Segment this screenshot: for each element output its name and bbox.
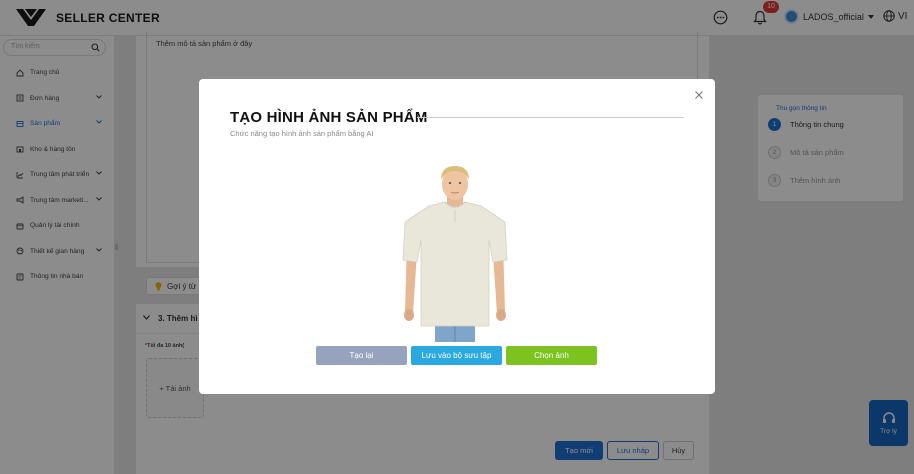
modal-subtitle: Chức năng tạo hình ảnh sản phẩm bằng AI bbox=[230, 129, 374, 138]
save-to-collection-button[interactable]: Lưu vào bộ sưu tập bbox=[411, 346, 502, 365]
close-icon[interactable] bbox=[694, 90, 704, 100]
regenerate-button[interactable]: Tạo lại bbox=[316, 346, 407, 365]
generate-image-modal: TẠO HÌNH ẢNH SẢN PHẨM Chức năng tạo hình… bbox=[199, 79, 715, 394]
choose-image-button[interactable]: Chọn ảnh bbox=[506, 346, 597, 365]
generated-product-image bbox=[402, 166, 508, 342]
title-divider bbox=[417, 117, 684, 118]
modal-title: TẠO HÌNH ẢNH SẢN PHẨM bbox=[230, 109, 428, 126]
